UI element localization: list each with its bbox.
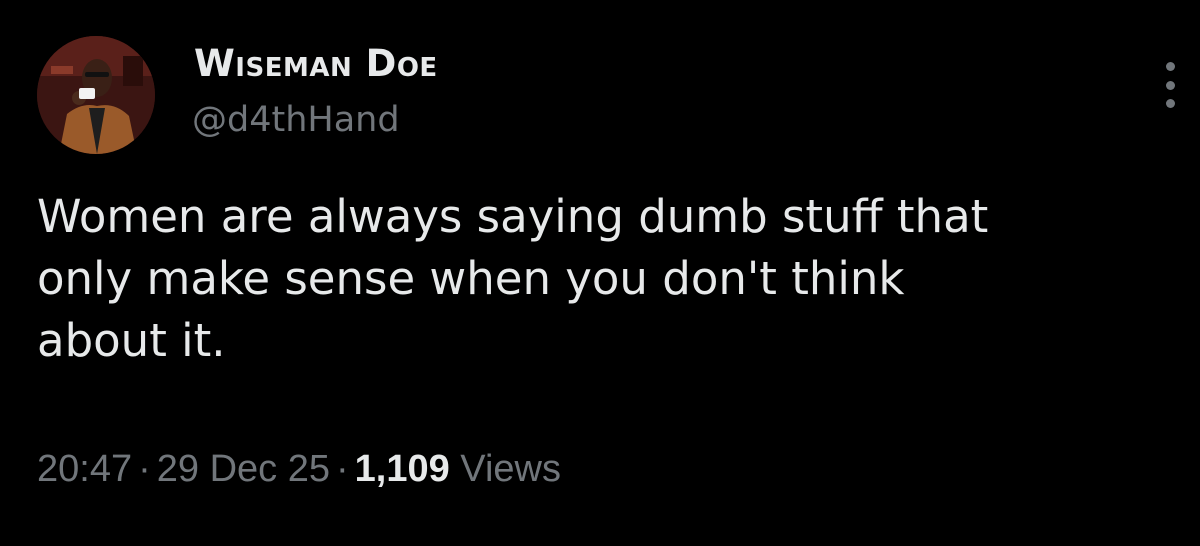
tweet-text-line: about it. bbox=[37, 314, 226, 367]
more-dot-icon bbox=[1165, 99, 1175, 108]
more-dot-icon bbox=[1165, 62, 1175, 71]
avatar[interactable] bbox=[37, 36, 155, 154]
tweet-text-line: Women are always saying dumb stuff that bbox=[37, 190, 989, 243]
meta-separator: · bbox=[335, 448, 349, 490]
tweet-date[interactable]: 29 Dec 25 bbox=[157, 448, 330, 490]
tweet-text: Women are always saying dumb stuff that … bbox=[37, 186, 1167, 372]
avatar-photo-icon bbox=[37, 36, 155, 154]
tweet-card: Wiseman Doe @d4thHand Women are always s… bbox=[0, 0, 1200, 546]
more-dot-icon bbox=[1165, 80, 1175, 90]
author-handle[interactable]: @d4thHand bbox=[192, 100, 400, 140]
tweet-time[interactable]: 20:47 bbox=[37, 448, 132, 490]
tweet-text-line: only make sense when you don't think bbox=[37, 252, 905, 305]
author-display-name[interactable]: Wiseman Doe bbox=[194, 42, 438, 85]
tweet-meta: 20:47 · 29 Dec 25 · 1,109 Views bbox=[37, 448, 561, 491]
views-label: Views bbox=[460, 448, 561, 490]
more-options-button[interactable] bbox=[1158, 62, 1182, 108]
meta-separator: · bbox=[138, 448, 151, 490]
views-count[interactable]: 1,109 bbox=[355, 448, 450, 490]
